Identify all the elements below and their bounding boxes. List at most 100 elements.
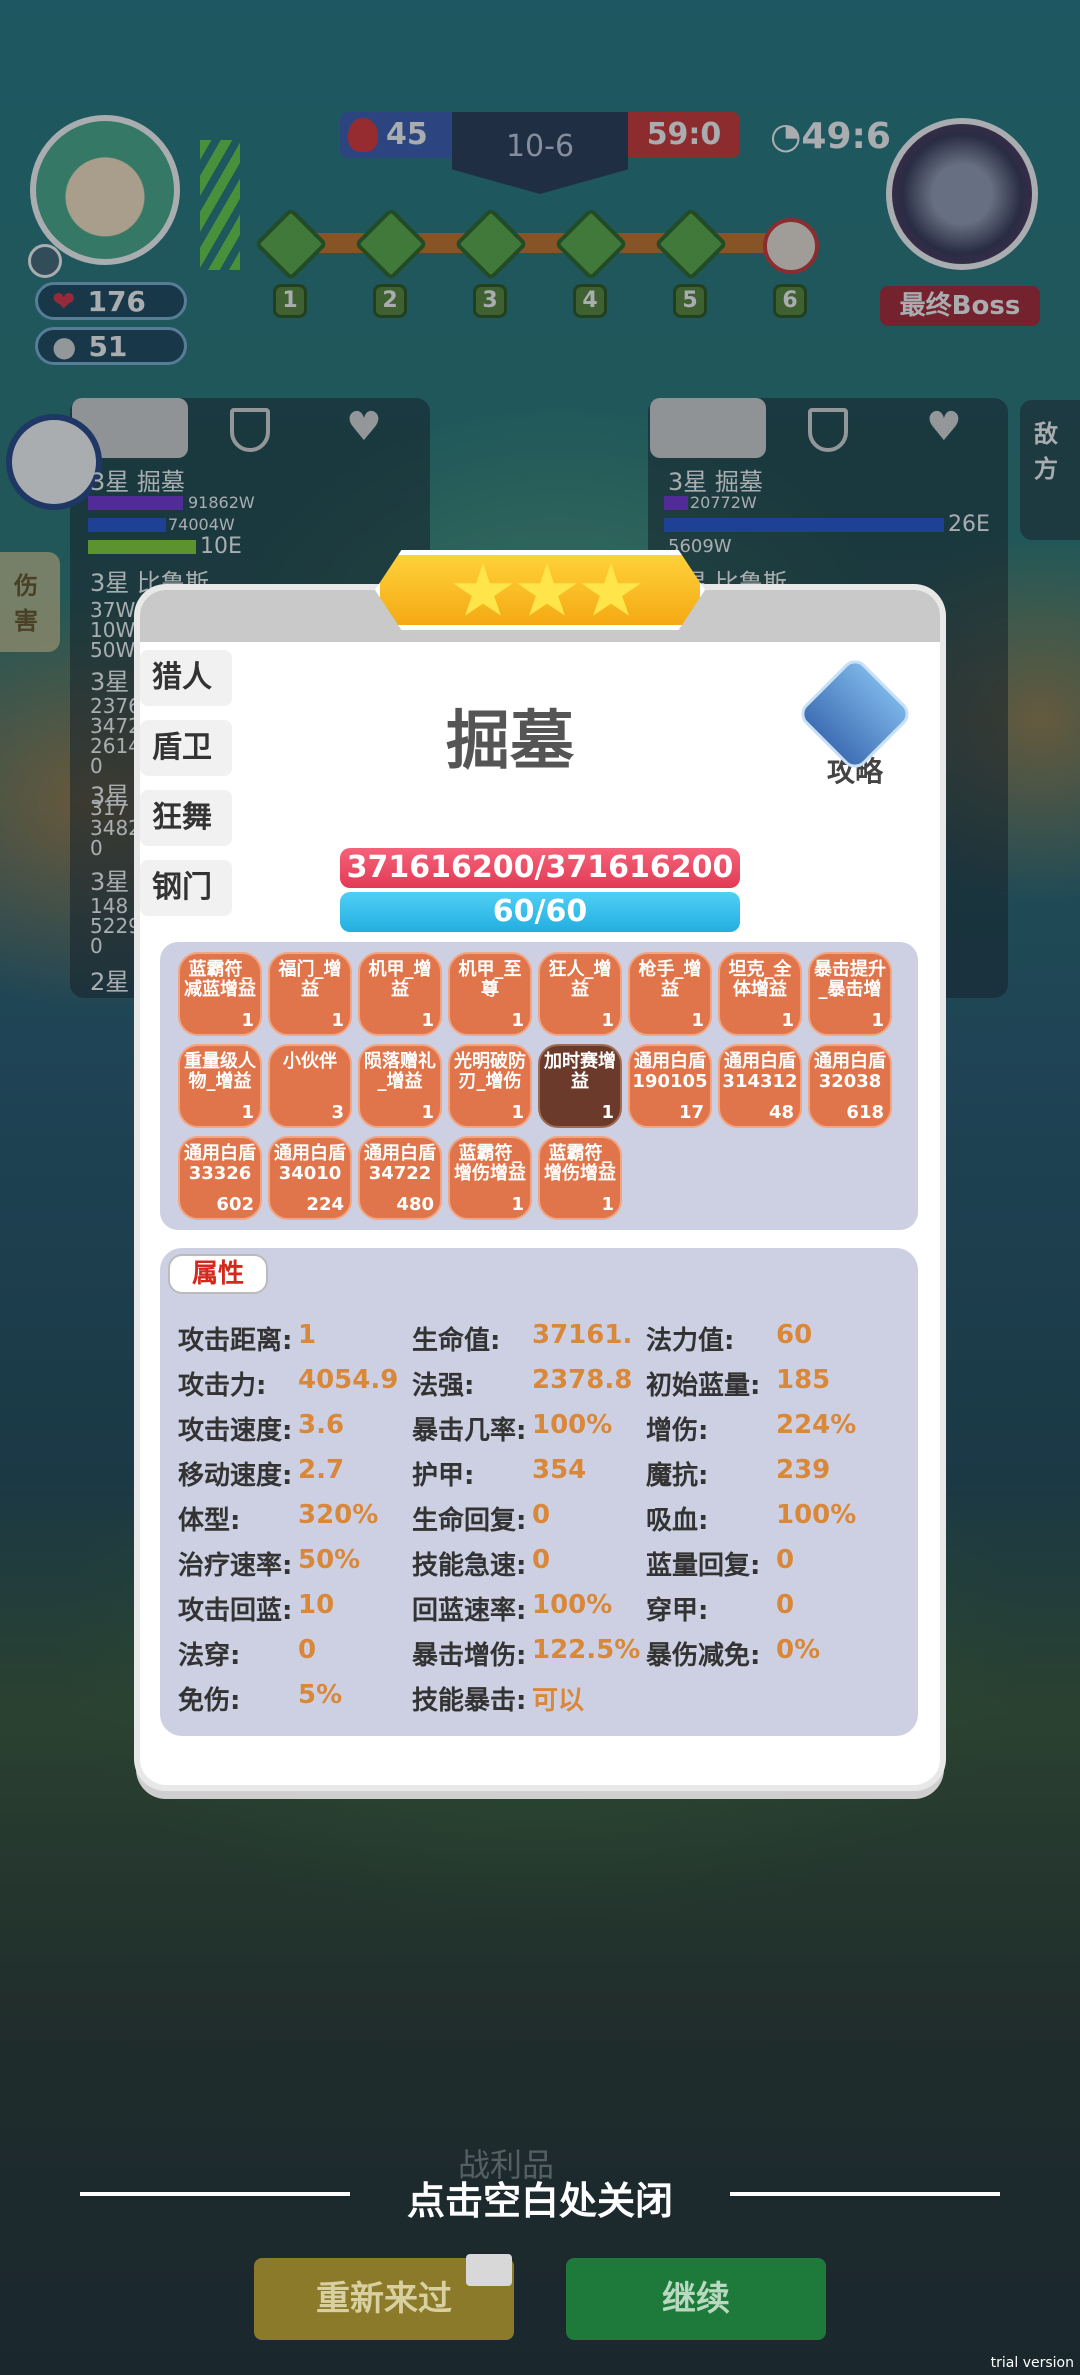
attribute-key: 免伤: bbox=[178, 1686, 241, 1716]
continue-button[interactable]: 继续 bbox=[566, 2258, 826, 2340]
attribute-key: 治疗速率: bbox=[178, 1551, 293, 1581]
star-icon bbox=[517, 563, 577, 616]
star-icon bbox=[581, 563, 641, 616]
buff-count: 602 bbox=[216, 1194, 254, 1215]
buff-item[interactable]: 机甲_至 尊 1 bbox=[448, 952, 532, 1036]
close-hint[interactable]: 点击空白处关闭 bbox=[0, 2170, 1080, 2225]
buff-item[interactable]: 福门_增 益 1 bbox=[268, 952, 352, 1036]
buff-count: 480 bbox=[396, 1194, 434, 1215]
attribute-key: 技能急速: bbox=[412, 1551, 527, 1581]
buff-count: 1 bbox=[241, 1010, 254, 1031]
buff-item[interactable]: 小伙伴 3 bbox=[268, 1044, 352, 1128]
buff-label: 通用白盾 314312 bbox=[722, 1051, 798, 1092]
attribute-value: 100% bbox=[776, 1500, 857, 1530]
buff-grid: 蓝霸符_ 减蓝增益 1 福门_增 益 1 机甲_增 益 1 机甲_至 尊 1 狂人_增 益 1 枪手… bbox=[160, 942, 918, 1230]
retry-label: 重新来过 bbox=[316, 2279, 452, 2319]
tab-hunter[interactable]: 猎人 bbox=[140, 650, 232, 706]
attribute-value: 1 bbox=[298, 1320, 317, 1350]
attribute-value: 50% bbox=[298, 1545, 361, 1575]
buff-item[interactable]: 光明破防 刃_增伤 1 bbox=[448, 1044, 532, 1128]
attribute-value: 239 bbox=[776, 1455, 831, 1485]
attribute-value: 可以 bbox=[532, 1686, 585, 1716]
buff-count: 1 bbox=[691, 1010, 704, 1031]
buff-count: 3 bbox=[331, 1102, 344, 1123]
buff-item[interactable]: 通用白盾 34722 480 bbox=[358, 1136, 442, 1220]
buff-item[interactable]: 重量级人 物_增益 1 bbox=[178, 1044, 262, 1128]
buff-item[interactable]: 加时赛增 益 1 bbox=[538, 1044, 622, 1128]
attribute-key: 法穿: bbox=[178, 1641, 241, 1671]
attribute-key: 法力值: bbox=[646, 1326, 735, 1356]
attribute-key: 增伤: bbox=[646, 1416, 709, 1446]
buff-item[interactable]: 暴击提升 _暴击增 1 bbox=[808, 952, 892, 1036]
tab-dancer[interactable]: 狂舞 bbox=[140, 790, 232, 846]
buff-label: 蓝霸符_ 增伤增益 bbox=[454, 1143, 526, 1184]
attribute-value: 3.6 bbox=[298, 1410, 345, 1440]
attribute-key: 魔抗: bbox=[646, 1461, 709, 1491]
attribute-value: 60 bbox=[776, 1320, 813, 1350]
tab-guard[interactable]: 盾卫 bbox=[140, 720, 232, 776]
attribute-value: 4054.9 bbox=[298, 1365, 399, 1395]
buff-item[interactable]: 通用白盾 314312 48 bbox=[718, 1044, 802, 1128]
attribute-value: 0 bbox=[532, 1500, 551, 1530]
buff-label: 小伙伴 bbox=[283, 1051, 337, 1072]
attribute-key: 回蓝速率: bbox=[412, 1596, 527, 1626]
attribute-key: 攻击回蓝: bbox=[178, 1596, 293, 1626]
buff-item[interactable]: 通用白盾 33326 602 bbox=[178, 1136, 262, 1220]
hp-bar: 371616200/371616200 bbox=[340, 848, 740, 888]
buff-item[interactable]: 坦克_全 体增益 1 bbox=[718, 952, 802, 1036]
attribute-key: 蓝量回复: bbox=[646, 1551, 761, 1581]
star-icon bbox=[453, 563, 513, 616]
mana-bar: 60/60 bbox=[340, 892, 740, 932]
trial-watermark: trial version bbox=[990, 2355, 1074, 2371]
buff-item[interactable]: 蓝霸符_ 增伤增益 1 bbox=[448, 1136, 532, 1220]
buff-label: 通用白盾 34722 bbox=[364, 1143, 436, 1184]
buff-label: 机甲_增 益 bbox=[368, 959, 432, 1000]
buff-label: 重量级人 物_增益 bbox=[184, 1051, 256, 1092]
buff-count: 17 bbox=[678, 1102, 704, 1123]
buff-item[interactable]: 陨落赠礼 _增益 1 bbox=[358, 1044, 442, 1128]
attribute-key: 攻击距离: bbox=[178, 1326, 293, 1356]
buff-label: 通用白盾 34010 bbox=[274, 1143, 346, 1184]
buff-count: 1 bbox=[871, 1010, 884, 1031]
buff-count: 618 bbox=[846, 1102, 884, 1123]
buff-label: 蓝霸符_ 增伤增益 bbox=[544, 1143, 616, 1184]
attribute-key: 吸血: bbox=[646, 1506, 709, 1536]
buff-count: 48 bbox=[768, 1102, 794, 1123]
attribute-value: 224% bbox=[776, 1410, 857, 1440]
continue-label: 继续 bbox=[662, 2279, 730, 2319]
guide-button[interactable]: 攻略 bbox=[795, 654, 915, 790]
buff-label: 枪手_增 益 bbox=[638, 959, 702, 1000]
attribute-key: 技能暴击: bbox=[412, 1686, 527, 1716]
buff-count: 1 bbox=[511, 1194, 524, 1215]
buff-item[interactable]: 通用白盾 34010 224 bbox=[268, 1136, 352, 1220]
buff-label: 狂人_增 益 bbox=[548, 959, 612, 1000]
attribute-key: 暴击增伤: bbox=[412, 1641, 527, 1671]
attribute-value: 37161. bbox=[532, 1320, 633, 1350]
buff-count: 1 bbox=[601, 1010, 614, 1031]
attribute-value: 0 bbox=[532, 1545, 551, 1575]
buff-count: 1 bbox=[331, 1010, 344, 1031]
buff-count: 1 bbox=[421, 1102, 434, 1123]
star-rating-banner bbox=[375, 550, 705, 630]
buff-item[interactable]: 狂人_增 益 1 bbox=[538, 952, 622, 1036]
buff-label: 光明破防 刃_增伤 bbox=[454, 1051, 526, 1092]
buff-item[interactable]: 机甲_增 益 1 bbox=[358, 952, 442, 1036]
attribute-key: 暴伤减免: bbox=[646, 1641, 761, 1671]
tab-steel[interactable]: 钢门 bbox=[140, 860, 232, 916]
attribute-value: 320% bbox=[298, 1500, 379, 1530]
buff-count: 1 bbox=[601, 1102, 614, 1123]
hero-name: 掘墓 bbox=[446, 705, 574, 779]
attribute-value: 100% bbox=[532, 1410, 613, 1440]
hero-category-tabs: 猎人 盾卫 狂舞 钢门 bbox=[140, 650, 232, 930]
buff-item[interactable]: 通用白盾 190105 17 bbox=[628, 1044, 712, 1128]
attribute-value: 122.5% bbox=[532, 1635, 641, 1665]
attribute-value: 2.7 bbox=[298, 1455, 345, 1485]
attribute-value: 185 bbox=[776, 1365, 831, 1395]
buff-count: 1 bbox=[241, 1102, 254, 1123]
attribute-value: 10 bbox=[298, 1590, 335, 1620]
buff-item[interactable]: 枪手_增 益 1 bbox=[628, 952, 712, 1036]
buff-label: 蓝霸符_ 减蓝增益 bbox=[184, 959, 256, 1000]
buff-item[interactable]: 蓝霸符_ 增伤增益 1 bbox=[538, 1136, 622, 1220]
buff-item[interactable]: 蓝霸符_ 减蓝增益 1 bbox=[178, 952, 262, 1036]
buff-item[interactable]: 通用白盾 32038 618 bbox=[808, 1044, 892, 1128]
